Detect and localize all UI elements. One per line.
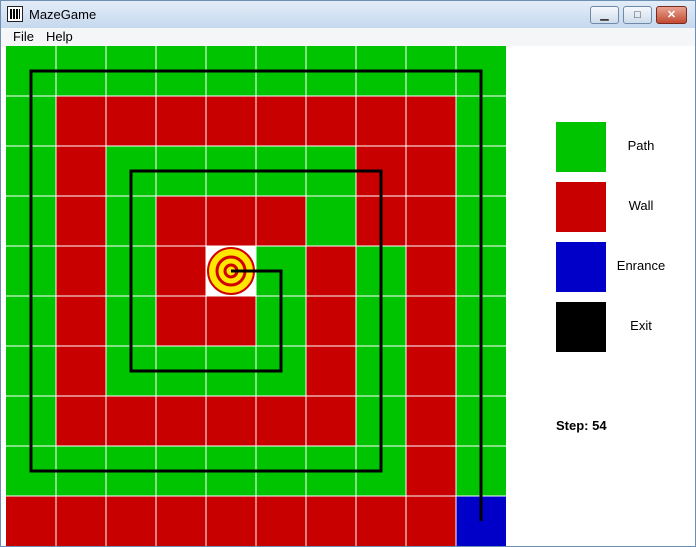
maze-cell-wall xyxy=(206,196,256,246)
maze-cell-wall xyxy=(356,496,406,546)
maze-cell-wall xyxy=(306,246,356,296)
maze-cell-wall xyxy=(156,246,206,296)
maze-cell-wall xyxy=(206,96,256,146)
maze-cell-wall xyxy=(156,396,206,446)
maze-cell-wall xyxy=(256,496,306,546)
close-button[interactable]: ✕ xyxy=(656,6,687,24)
maze-cell-wall xyxy=(306,296,356,346)
maze-cell-wall xyxy=(56,196,106,246)
maze-cell-wall xyxy=(406,396,456,446)
maze-cell-wall xyxy=(56,246,106,296)
legend-swatch-entrance xyxy=(556,242,606,292)
maze-cell-wall xyxy=(306,96,356,146)
maze-cell-wall xyxy=(156,296,206,346)
maze-cell-wall xyxy=(256,196,306,246)
maze-cell-wall xyxy=(56,346,106,396)
menu-bar: File Help xyxy=(1,28,695,46)
maze-cell-wall xyxy=(306,496,356,546)
maze-cell-wall xyxy=(6,496,56,546)
maze-cell-wall xyxy=(406,196,456,246)
maze-cell-wall xyxy=(56,146,106,196)
maze-cell-wall xyxy=(256,96,306,146)
maze-cell-wall xyxy=(406,146,456,196)
window-title: MazeGame xyxy=(29,7,97,22)
maze-cell-wall xyxy=(406,346,456,396)
app-icon xyxy=(7,6,23,22)
maze-cell-wall xyxy=(56,296,106,346)
maximize-button[interactable]: □ xyxy=(623,6,652,24)
maze-cell-wall xyxy=(206,496,256,546)
maze-cell-wall xyxy=(406,446,456,496)
maze-cell-wall xyxy=(156,96,206,146)
maze-cell-wall xyxy=(56,396,106,446)
legend-swatch-path xyxy=(556,122,606,172)
maze-cell-wall xyxy=(406,246,456,296)
menu-help[interactable]: Help xyxy=(46,29,73,44)
maze-cell-wall xyxy=(406,496,456,546)
maze-cell-wall xyxy=(156,196,206,246)
maze-cell-wall xyxy=(156,496,206,546)
maze-cell-wall xyxy=(56,496,106,546)
step-counter: Step: 54 xyxy=(556,418,607,433)
maze-cell-wall xyxy=(106,96,156,146)
legend-swatch-wall xyxy=(556,182,606,232)
legend-label-entrance: Enrance xyxy=(616,258,666,273)
maze-cell-wall xyxy=(106,396,156,446)
maze-cell-wall xyxy=(406,96,456,146)
maze-cell-wall xyxy=(106,496,156,546)
maze-cell-path xyxy=(306,196,356,246)
legend-label-path: Path xyxy=(627,138,655,153)
menu-file[interactable]: File xyxy=(13,29,34,44)
maze-cell-wall xyxy=(206,396,256,446)
minimize-button[interactable]: ▁ xyxy=(590,6,619,24)
legend-label-exit: Exit xyxy=(630,318,652,333)
legend-swatch-exit xyxy=(556,302,606,352)
maze-cell-wall xyxy=(306,396,356,446)
maze-cell-wall xyxy=(356,96,406,146)
maze-cell-wall xyxy=(206,296,256,346)
maze-cell-wall xyxy=(406,296,456,346)
legend-label-wall: Wall xyxy=(628,198,654,213)
maze-cell-wall xyxy=(56,96,106,146)
maze-cell-wall xyxy=(306,346,356,396)
maze-board[interactable] xyxy=(6,46,506,546)
maze-cell-wall xyxy=(256,396,306,446)
title-bar: MazeGame ▁ □ ✕ xyxy=(1,1,695,28)
maze-game-window: MazeGame ▁ □ ✕ File Help Path Wall Enran… xyxy=(0,0,696,547)
